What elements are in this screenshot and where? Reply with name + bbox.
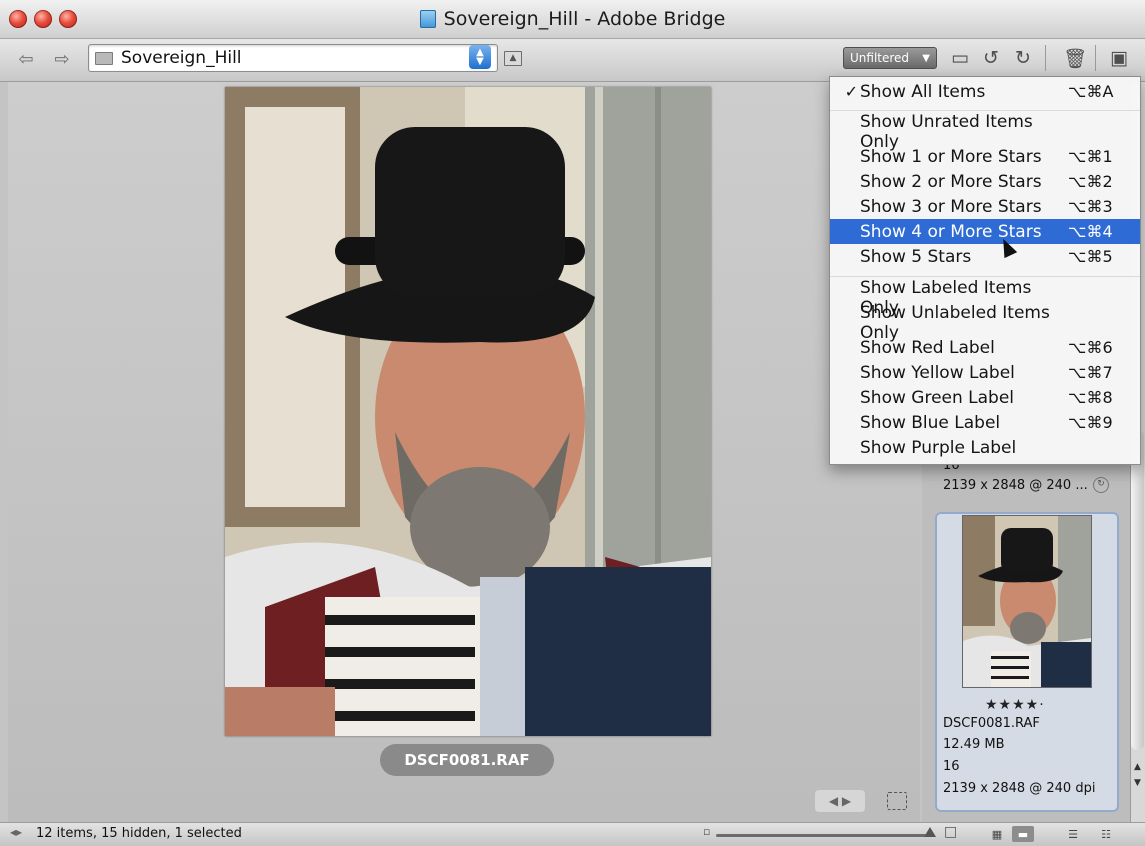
menu-item-label: Show Blue Label [860, 412, 1001, 433]
menu-item-shortcut: ⌥⌘3 [1068, 197, 1113, 216]
menu-item-1-star[interactable]: Show 1 or More Stars ⌥⌘1 [830, 144, 1140, 169]
preview-filename-badge: DSCF0081.RAF [380, 744, 554, 776]
menu-item-shortcut: ⌥⌘6 [1068, 338, 1113, 357]
menu-item-label: Show Red Label [860, 337, 995, 358]
toolbar-divider [1045, 45, 1046, 71]
status-bar: ◂▸ 12 items, 15 hidden, 1 selected ▫ □ ▦… [0, 822, 1145, 846]
menu-item-yellow-label[interactable]: Show Yellow Label ⌥⌘7 [830, 360, 1140, 385]
menu-item-label: Show 5 Stars [860, 246, 972, 267]
versions-view-icon[interactable]: ☷ [1095, 826, 1117, 842]
thumbnail-image[interactable] [963, 516, 1091, 687]
filmstrip-view-icon[interactable]: ▬ [1012, 826, 1034, 842]
filter-dropdown-button[interactable]: Unfiltered ▼ [843, 47, 937, 69]
scrollbar-thumb[interactable] [1131, 430, 1144, 750]
selected-card-bits: 16 [943, 759, 960, 774]
menu-item-shortcut: ⌥⌘8 [1068, 388, 1113, 407]
menu-item-green-label[interactable]: Show Green Label ⌥⌘8 [830, 385, 1140, 410]
menu-item-label: Show All Items [860, 81, 986, 102]
thumbnail-view-icon[interactable]: ▦ [986, 826, 1008, 842]
selected-card-filename: DSCF0081.RAF [943, 716, 1040, 731]
scroll-down-arrow-icon[interactable]: ▼ [1131, 778, 1144, 792]
menu-item-label: Show 3 or More Stars [860, 196, 1042, 217]
menu-item-5-stars[interactable]: Show 5 Stars ⌥⌘5 [830, 244, 1140, 269]
thumbnail-size-slider[interactable] [716, 834, 926, 837]
portrait-photo [225, 87, 711, 736]
filter-label: Unfiltered [850, 51, 910, 65]
path-text: Sovereign_Hill [121, 48, 242, 68]
menu-item-shortcut: ⌥⌘5 [1068, 247, 1113, 266]
slider-knob[interactable] [924, 827, 936, 837]
menu-item-label: Show 1 or More Stars [860, 146, 1042, 167]
menu-item-label: Show 2 or More Stars [860, 171, 1042, 192]
menu-item-label: Show 4 or More Stars [860, 221, 1042, 242]
menu-item-shortcut: ⌥⌘1 [1068, 147, 1113, 166]
prev-card-dimensions: 2139 x 2848 @ 240 ... [943, 478, 1088, 493]
new-folder-icon[interactable]: ▭ [947, 45, 973, 71]
scroll-up-arrow-icon[interactable]: ▲ [1131, 762, 1144, 776]
menu-item-label: Show Green Label [860, 387, 1015, 408]
menu-item-label: Show Yellow Label [860, 362, 1015, 383]
forward-arrow-icon[interactable]: ⇨ [50, 48, 74, 70]
menu-item-shortcut: ⌥⌘2 [1068, 172, 1113, 191]
rotate-badge-icon[interactable]: ↻ [1093, 477, 1109, 493]
menu-item-shortcut: ⌥⌘4 [1068, 222, 1113, 241]
menu-item-red-label[interactable]: Show Red Label ⌥⌘6 [830, 335, 1140, 360]
preview-nav-arrows[interactable]: ◀ ▶ [815, 790, 865, 812]
folder-icon [95, 52, 113, 65]
trash-icon[interactable]: 🗑 [1062, 45, 1088, 71]
menu-item-unrated[interactable]: Show Unrated Items Only [830, 112, 1140, 152]
rotate-left-icon[interactable]: ↺ [978, 45, 1004, 71]
back-arrow-icon[interactable]: ⇦ [14, 48, 38, 70]
menu-item-2-stars[interactable]: Show 2 or More Stars ⌥⌘2 [830, 169, 1140, 194]
menu-item-unlabeled[interactable]: Show Unlabeled Items Only [830, 303, 1140, 343]
zoom-out-icon[interactable]: ▫ [703, 825, 710, 838]
compact-mode-icon[interactable]: ▣ [1106, 45, 1132, 71]
rotate-right-icon[interactable]: ↻ [1010, 45, 1036, 71]
menu-item-label: Show Purple Label [860, 437, 1017, 458]
go-up-folder-icon[interactable]: ▲ [504, 51, 522, 66]
checkmark-icon: ✓ [844, 82, 858, 101]
loupe-tool-icon[interactable] [887, 792, 907, 810]
zoom-in-icon[interactable]: □ [944, 824, 957, 840]
rating-stars[interactable]: ★★★★· [985, 697, 1045, 713]
path-chevron-updown-icon[interactable]: ▲ ▼ [469, 45, 491, 69]
window-title-wrap: Sovereign_Hill - Adobe Bridge [0, 0, 1145, 38]
menu-item-3-stars[interactable]: Show 3 or More Stars ⌥⌘3 [830, 194, 1140, 219]
status-text: 12 items, 15 hidden, 1 selected [36, 826, 242, 841]
path-dropdown[interactable]: Sovereign_Hill [88, 44, 498, 72]
selected-card-dimensions: 2139 x 2848 @ 240 dpi [943, 781, 1096, 796]
menu-item-shortcut: ⌥⌘7 [1068, 363, 1113, 382]
filter-menu: ✓ Show All Items ⌥⌘A Show Unrated Items … [829, 76, 1141, 465]
window-title: Sovereign_Hill - Adobe Bridge [443, 8, 726, 30]
menu-item-purple-label[interactable]: Show Purple Label [830, 435, 1140, 460]
chevron-down-icon: ▼ [922, 52, 930, 64]
menu-item-blue-label[interactable]: Show Blue Label ⌥⌘9 [830, 410, 1140, 435]
details-view-icon[interactable]: ☰ [1062, 826, 1084, 842]
toolbar-divider [1095, 45, 1096, 71]
menu-item-4-stars[interactable]: Show 4 or More Stars ⌥⌘4 [830, 219, 1140, 244]
thumbnail-portrait [963, 516, 1091, 687]
folder-proxy-icon [419, 10, 436, 28]
selected-card-size: 12.49 MB [943, 737, 1005, 752]
panel-toggle-icon[interactable]: ◂▸ [10, 825, 22, 839]
menu-item-shortcut: ⌥⌘9 [1068, 413, 1113, 432]
menu-item-shortcut: ⌥⌘A [1068, 82, 1114, 101]
menu-item-show-all[interactable]: ✓ Show All Items ⌥⌘A [830, 79, 1140, 104]
preview-image[interactable] [225, 87, 711, 736]
